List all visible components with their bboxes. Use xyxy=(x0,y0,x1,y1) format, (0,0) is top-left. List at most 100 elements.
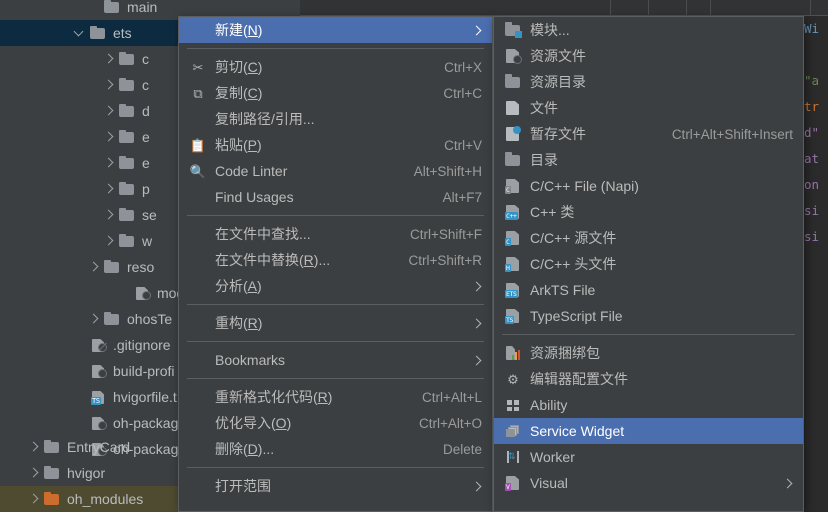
tree-row-label: c xyxy=(142,51,149,67)
menu-item-label: 新建(N) xyxy=(215,22,263,38)
menu-item[interactable]: TS TypeScript File xyxy=(494,303,803,329)
folder-icon xyxy=(119,52,136,66)
chevron-right-icon[interactable] xyxy=(28,442,39,453)
menu-separator xyxy=(502,334,795,335)
screen-root: Wi "a tr d" at on si si main ets c c d e e p se w reso mod… xyxy=(0,0,828,512)
menu-icon-placeholder xyxy=(189,22,207,38)
menu-item[interactable]: ETS ArkTS File xyxy=(494,277,803,303)
menu-item[interactable]: 目录 xyxy=(494,147,803,173)
c-napi-file-icon: C xyxy=(504,178,522,194)
context-menu[interactable]: 新建(N) ✂ 剪切(C) Ctrl+X ⧉ 复制(C) Ctrl+C 复制路径/引用... 📋… xyxy=(178,16,493,512)
code-line: at xyxy=(804,151,820,166)
tree-row-label: hvigor xyxy=(67,465,106,481)
menu-item[interactable]: 📋 粘贴(P) Ctrl+V xyxy=(179,132,492,158)
menu-item-label: Visual xyxy=(530,475,568,491)
menu-item[interactable]: C++ C++ 类 xyxy=(494,199,803,225)
folder-icon xyxy=(119,156,136,170)
menu-item[interactable]: 暂存文件 Ctrl+Alt+Shift+Insert xyxy=(494,121,803,147)
tree-row-label: oh-packag xyxy=(113,415,179,431)
chevron-right-icon[interactable] xyxy=(88,262,99,273)
arkts-file-icon: ETS xyxy=(504,282,522,298)
menu-item[interactable]: 模块... xyxy=(494,17,803,43)
menu-item[interactable]: H C/C++ 头文件 xyxy=(494,251,803,277)
menu-item-label: 在文件中替换(R)... xyxy=(215,252,331,268)
menu-item[interactable]: 打开范围 xyxy=(179,473,492,499)
menu-item[interactable]: Bookmarks xyxy=(179,347,492,373)
tree-row-label: EntryCard xyxy=(67,439,131,455)
menu-item-label: 剪切(C) xyxy=(215,59,263,75)
menu-item[interactable]: 删除(D)... Delete xyxy=(179,436,492,462)
menu-icon-placeholder xyxy=(189,315,207,331)
menu-item[interactable]: Ability xyxy=(494,392,803,418)
menu-item[interactable]: 在文件中查找... Ctrl+Shift+F xyxy=(179,221,492,247)
json-badge xyxy=(98,421,107,430)
menu-icon-placeholder xyxy=(189,478,207,494)
code-line: si xyxy=(804,203,820,218)
chevron-right-icon[interactable] xyxy=(28,494,39,505)
menu-item-label: C++ 类 xyxy=(530,204,575,220)
menu-item-shortcut: Ctrl+C xyxy=(443,85,482,101)
chevron-right-icon[interactable] xyxy=(103,184,114,195)
chevron-right-icon[interactable] xyxy=(28,468,39,479)
code-line: Wi xyxy=(804,21,820,36)
chevron-right-icon[interactable] xyxy=(103,210,114,221)
editor-code-strip[interactable]: Wi "a tr d" at on si si xyxy=(800,16,828,512)
chevron-right-icon[interactable] xyxy=(103,236,114,247)
chevron-down-icon[interactable] xyxy=(74,28,85,39)
folder-icon xyxy=(119,104,136,118)
menu-item[interactable]: 分析(A) xyxy=(179,273,492,299)
menu-item[interactable]: 复制路径/引用... xyxy=(179,106,492,132)
menu-item[interactable]: 🔍 Code Linter Alt+Shift+H xyxy=(179,158,492,184)
menu-item-label: Worker xyxy=(530,449,575,465)
menu-item[interactable]: 文件 xyxy=(494,95,803,121)
menu-item[interactable]: C C/C++ File (Napi) xyxy=(494,173,803,199)
ignore-badge xyxy=(98,343,107,352)
tree-row-label: e xyxy=(142,155,150,171)
menu-item[interactable]: 资源目录 xyxy=(494,69,803,95)
menu-item-shortcut: Alt+F7 xyxy=(442,189,482,205)
paste-icon: 📋 xyxy=(189,137,207,153)
menu-item[interactable]: ✂ 剪切(C) Ctrl+X xyxy=(179,54,492,80)
menu-item[interactable]: 重构(R) xyxy=(179,310,492,336)
scratch-file-icon xyxy=(504,126,522,142)
menu-item[interactable]: 资源捆绑包 xyxy=(494,340,803,366)
tree-row-label: c xyxy=(142,77,149,93)
menu-item[interactable]: C C/C++ 源文件 xyxy=(494,225,803,251)
folder-icon xyxy=(104,312,121,326)
menu-item[interactable]: 在文件中替换(R)... Ctrl+Shift+R xyxy=(179,247,492,273)
file-icon xyxy=(504,100,522,116)
tree-row-label: w xyxy=(142,233,153,249)
menu-item[interactable]: 重新格式化代码(R) Ctrl+Alt+L xyxy=(179,384,492,410)
menu-item[interactable]: Find Usages Alt+F7 xyxy=(179,184,492,210)
menu-item[interactable]: 优化导入(O) Ctrl+Alt+O xyxy=(179,410,492,436)
resource-bundle-icon xyxy=(504,345,522,361)
chevron-right-icon[interactable] xyxy=(103,158,114,169)
menu-item[interactable]: ⧉ 复制(C) Ctrl+C xyxy=(179,80,492,106)
menu-item[interactable]: Service Widget xyxy=(494,418,803,444)
tree-row-label: ohosTe xyxy=(127,311,173,327)
chevron-right-icon[interactable] xyxy=(103,132,114,143)
folder-icon xyxy=(119,182,136,196)
chevron-right-icon[interactable] xyxy=(103,54,114,65)
tree-row-label: build-profi xyxy=(113,363,175,379)
code-linter-icon: 🔍 xyxy=(189,163,207,179)
menu-item[interactable]: 新建(N) xyxy=(179,17,492,43)
json-file-icon xyxy=(90,416,107,430)
menu-item-label: TypeScript File xyxy=(530,308,623,324)
new-submenu[interactable]: 模块... 资源文件 资源目录 文件 暂存文件 Ctrl+Alt+Shift+Insert… xyxy=(493,16,804,512)
chevron-right-icon[interactable] xyxy=(88,314,99,325)
menu-item[interactable]: 资源文件 xyxy=(494,43,803,69)
menu-item-label: Bookmarks xyxy=(215,352,286,368)
menu-item-label: C/C++ 源文件 xyxy=(530,230,617,246)
chevron-right-icon[interactable] xyxy=(103,106,114,117)
json-file-icon xyxy=(90,364,107,378)
folder-icon xyxy=(90,26,107,40)
menu-item-label: C/C++ 头文件 xyxy=(530,256,617,272)
menu-item[interactable]: ⇅ Worker xyxy=(494,444,803,470)
menu-item[interactable]: ⚙ 编辑器配置文件 xyxy=(494,366,803,392)
menu-item[interactable]: V Visual xyxy=(494,470,803,496)
folder-icon xyxy=(119,234,136,248)
chevron-right-icon[interactable] xyxy=(103,80,114,91)
